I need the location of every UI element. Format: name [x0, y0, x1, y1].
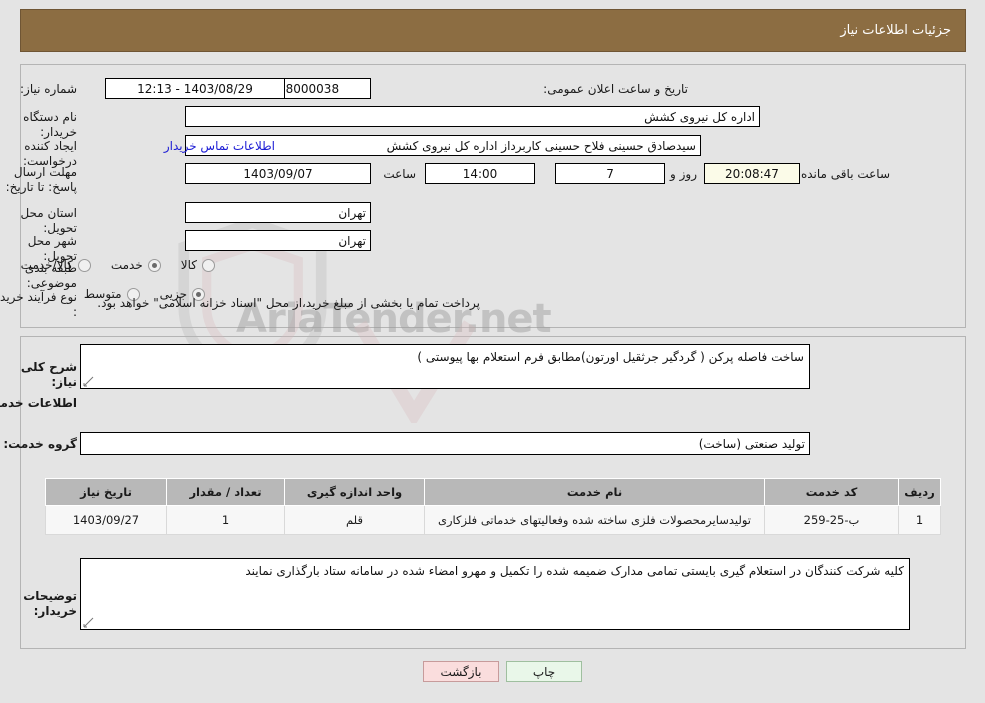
service-row-need-date: 1403/09/27 [45, 505, 167, 535]
delivery-city-value: تهران [185, 230, 371, 251]
buyer-contact-link[interactable]: اطلاعات تماس خریدار [164, 139, 275, 153]
table-header-row: ردیف کد خدمت نام خدمت واحد اندازه گیری ت… [45, 478, 941, 506]
service-row-quantity: 1 [166, 505, 285, 535]
service-group-value: تولید صنعتی (ساخت) [80, 432, 810, 455]
col-index: ردیف [898, 478, 941, 506]
page-root: جزئیات اطلاعات نیاز شماره نیاز: 11030014… [0, 0, 985, 703]
subject-classification-option-2[interactable]: کالا/خدمت [21, 258, 91, 272]
resize-grip-icon-2[interactable] [83, 617, 94, 628]
col-quantity: تعداد / مقدار [166, 478, 285, 506]
print-button[interactable]: چاپ [506, 661, 582, 682]
col-code: کد خدمت [764, 478, 899, 506]
buyer-notes-label: توضیحات خریدار: [23, 589, 77, 618]
buyer-org-label: نام دستگاه خریدار: [23, 110, 77, 139]
announcement-datetime-value: 1403/08/29 - 12:13 [105, 78, 285, 99]
page-title: جزئیات اطلاعات نیاز [840, 23, 951, 38]
buyer-org-value: اداره کل نیروی کشش [185, 106, 760, 127]
subject-classification-radio-icon-2[interactable] [77, 258, 91, 272]
payment-note: پرداخت تمام یا بخشی از مبلغ خرید،از محل … [97, 296, 480, 310]
page-header-bar: جزئیات اطلاعات نیاز [20, 9, 966, 52]
subject-classification-label-2: کالا/خدمت [20, 258, 73, 272]
service-row-name: تولیدسایرمحصولات فلزی ساخته شده وفعالیته… [424, 505, 765, 535]
deadline-date-value: 1403/09/07 [185, 163, 371, 184]
need-number-label: شماره نیاز: [20, 82, 77, 96]
subject-classification-radio-icon-1[interactable] [147, 258, 161, 272]
service-row-index: 1 [898, 505, 941, 535]
services-table: ردیف کد خدمت نام خدمت واحد اندازه گیری ت… [45, 478, 941, 535]
services-section-title: اطلاعات خدمات مورد نیاز [0, 396, 77, 410]
general-description-value[interactable]: ساخت فاصله پرکن ( گردگیر جرثقیل اورتون)م… [80, 344, 810, 389]
response-deadline-label: مهلت ارسال پاسخ: تا تاریخ: [5, 165, 77, 194]
service-row-unit: قلم [284, 505, 425, 535]
deadline-time-value: 14:00 [425, 163, 535, 184]
announcement-datetime-label: تاریخ و ساعت اعلان عمومی: [543, 82, 688, 96]
general-description-label: شرح کلی نیاز: [20, 360, 77, 389]
service-row-code: ب-25-259 [764, 505, 899, 535]
delivery-province-value: تهران [185, 202, 371, 223]
deadline-time-label: ساعت [383, 167, 416, 181]
general-description-text: ساخت فاصله پرکن ( گردگیر جرثقیل اورتون)م… [417, 350, 804, 364]
subject-classification-radio-icon-0[interactable] [202, 258, 215, 272]
buyer-notes-text: کلیه شرکت کنندگان در استعلام گیری بایستی… [245, 564, 904, 578]
countdown-timer: 20:08:47 [704, 163, 800, 184]
days-label: روز و [670, 167, 697, 181]
remaining-time-label: ساعت باقی مانده [800, 167, 890, 181]
back-button[interactable]: بازگشت [423, 661, 499, 682]
subject-classification-label-0: کالا [180, 258, 197, 272]
service-group-label: گروه خدمت: [3, 437, 77, 451]
col-name: نام خدمت [424, 478, 765, 506]
buyer-notes-value[interactable]: کلیه شرکت کنندگان در استعلام گیری بایستی… [80, 558, 910, 630]
table-row: 1 ب-25-259 تولیدسایرمحصولات فلزی ساخته شده… [45, 505, 941, 535]
delivery-province-label: استان محل تحویل: [20, 206, 77, 235]
subject-classification-option-1[interactable]: خدمت [111, 258, 161, 272]
subject-classification-radio-group[interactable]: کالا خدمت کالا/خدمت [1, 258, 215, 272]
col-date: تاریخ نیاز [45, 478, 167, 506]
col-unit: واحد اندازه گیری [284, 478, 425, 506]
days-remaining-value: 7 [555, 163, 665, 184]
resize-grip-icon[interactable] [83, 376, 94, 387]
subject-classification-option-0[interactable]: کالا [181, 258, 215, 272]
subject-classification-label-1: خدمت [110, 258, 143, 272]
